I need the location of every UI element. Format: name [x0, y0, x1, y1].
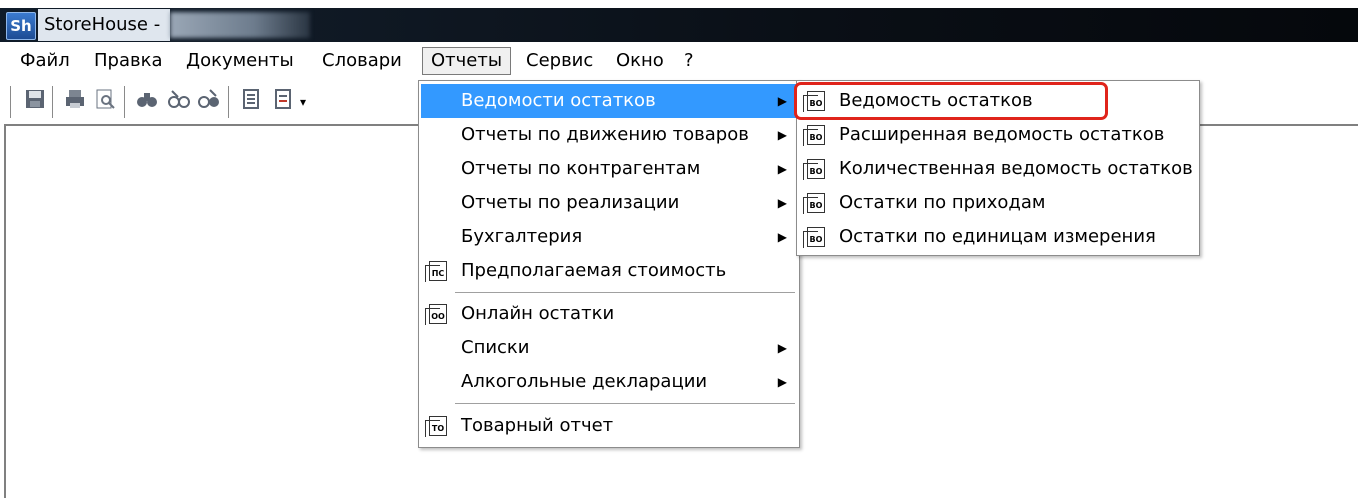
menu-window[interactable]: Окно — [608, 47, 672, 75]
submenu-arrow-icon: ▶ — [777, 230, 787, 244]
menu-documents[interactable]: Документы — [178, 47, 302, 75]
redacted-title-area — [170, 12, 310, 38]
menu-item-alcohol-declarations[interactable]: Алкогольные декларации ▶ — [421, 365, 797, 399]
submenu-arrow-icon: ▶ — [777, 94, 787, 108]
annotation-highlight-box — [794, 82, 1108, 120]
submenu-item-label: Остатки по единицам измерения — [839, 226, 1156, 247]
menu-item-label: Ведомости остатков — [461, 90, 656, 111]
submenu-item-label: Расширенная ведомость остатков — [839, 124, 1165, 145]
report-oo-icon: ОО — [425, 304, 447, 325]
menu-reports[interactable]: Отчеты — [422, 47, 512, 75]
menu-item-lists[interactable]: Списки ▶ — [421, 331, 797, 365]
dropdown-icon[interactable]: ▾ — [296, 88, 310, 116]
find-next-icon[interactable] — [166, 88, 192, 116]
reports-menu: Ведомости остатков ▶ Отчеты по движению … — [418, 80, 800, 448]
report-vo-icon: ВО — [803, 125, 825, 146]
menu-item-online-balances[interactable]: ОО Онлайн остатки — [421, 297, 797, 331]
report-vo-icon: ВО — [803, 227, 825, 248]
menu-item-label: Списки — [461, 337, 530, 358]
toolbar-separator — [124, 86, 128, 118]
menu-dictionaries[interactable]: Словари — [314, 47, 410, 75]
menu-item-label: Отчеты по контрагентам — [461, 158, 701, 179]
menu-help[interactable]: ? — [676, 47, 702, 75]
menu-item-accounting[interactable]: Бухгалтерия ▶ — [421, 220, 797, 254]
menu-item-label: Товарный отчет — [461, 415, 614, 436]
find-replace-icon[interactable] — [196, 88, 222, 116]
report-to-icon: ТО — [425, 416, 447, 437]
find-icon[interactable] — [134, 88, 160, 116]
toolbar-separator — [10, 86, 14, 118]
title-bar: Sh StoreHouse - — [0, 0, 1358, 42]
toolbar-separator — [228, 86, 232, 118]
submenu-item-quantity-balance-statement[interactable]: ВО Количественная ведомость остатков — [799, 152, 1197, 186]
menu-item-label: Отчеты по движению товаров — [461, 124, 749, 145]
menu-item-contractors[interactable]: Отчеты по контрагентам ▶ — [421, 152, 797, 186]
menu-service[interactable]: Сервис — [518, 47, 601, 75]
report-list-icon[interactable] — [270, 88, 296, 116]
submenu-arrow-icon: ▶ — [777, 375, 787, 389]
save-icon[interactable] — [22, 88, 48, 116]
menu-separator — [455, 292, 795, 294]
submenu-arrow-icon: ▶ — [777, 162, 787, 176]
submenu-item-label: Количественная ведомость остатков — [839, 158, 1193, 179]
menu-item-label: Предполагаемая стоимость — [461, 260, 727, 281]
menu-separator — [455, 403, 795, 405]
menu-item-goods-report[interactable]: ТО Товарный отчет — [421, 409, 797, 443]
print-preview-icon[interactable] — [92, 88, 118, 116]
report-vo-icon: ВО — [803, 193, 825, 214]
menu-item-label: Онлайн остатки — [461, 303, 615, 324]
menu-item-sales[interactable]: Отчеты по реализации ▶ — [421, 186, 797, 220]
submenu-item-label: Остатки по приходам — [839, 192, 1046, 213]
title-bar-top — [0, 0, 1358, 8]
submenu-item-balances-by-units[interactable]: ВО Остатки по единицам измерения — [799, 220, 1197, 254]
window-title: StoreHouse - — [38, 9, 170, 41]
submenu-arrow-icon: ▶ — [777, 128, 787, 142]
submenu-arrow-icon: ▶ — [777, 341, 787, 355]
menu-item-label: Алкогольные декларации — [461, 371, 708, 392]
submenu-item-balances-by-receipts[interactable]: ВО Остатки по приходам — [799, 186, 1197, 220]
report-vo-icon: ВО — [803, 159, 825, 180]
storehouse-app-icon[interactable]: Sh — [6, 12, 36, 40]
menu-item-label: Бухгалтерия — [461, 226, 583, 247]
menu-item-estimated-cost[interactable]: ПС Предполагаемая стоимость — [421, 254, 797, 288]
report-icon[interactable] — [238, 88, 264, 116]
menu-item-balance-statements[interactable]: Ведомости остатков ▶ — [421, 84, 797, 118]
toolbar-separator — [52, 86, 56, 118]
menu-edit[interactable]: Правка — [86, 47, 171, 75]
print-icon[interactable] — [62, 88, 88, 116]
menu-bar: Файл Правка Документы Словари Отчеты Сер… — [0, 42, 1358, 81]
report-pc-icon: ПС — [425, 261, 447, 282]
menu-file[interactable]: Файл — [12, 47, 78, 75]
menu-item-goods-movement[interactable]: Отчеты по движению товаров ▶ — [421, 118, 797, 152]
menu-item-label: Отчеты по реализации — [461, 192, 680, 213]
submenu-item-extended-balance-statement[interactable]: ВО Расширенная ведомость остатков — [799, 118, 1197, 152]
submenu-arrow-icon: ▶ — [777, 196, 787, 210]
